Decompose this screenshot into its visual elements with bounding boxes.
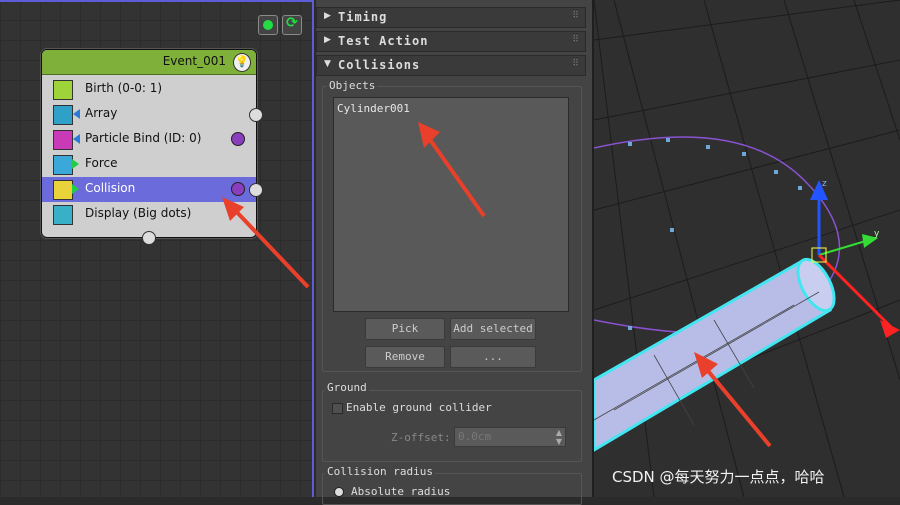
grip-icon: ⠿: [572, 35, 579, 45]
collapse-arrow-icon: ▼: [324, 59, 331, 69]
enable-ground-label: Enable ground collider: [346, 401, 492, 414]
operator-birth[interactable]: Birth (0-0: 1): [42, 77, 256, 102]
rollout-title: Collisions: [338, 58, 421, 72]
watermark: CSDN @每天努力一点点，哈哈: [612, 468, 825, 486]
particle-bind-icon: [53, 130, 73, 150]
rollout-timing[interactable]: ▶ Timing ⠿: [316, 7, 586, 28]
absolute-radius-radio[interactable]: [334, 487, 344, 497]
refresh-button[interactable]: ⟳: [282, 15, 302, 35]
arrow-right-icon: [72, 159, 79, 169]
operator-label: Particle Bind (ID: 0): [85, 131, 202, 145]
green-dot-button[interactable]: [258, 15, 278, 35]
operator-array[interactable]: Array: [42, 102, 256, 127]
svg-text:z: z: [822, 179, 827, 189]
red-arrow-annotation: [222, 197, 310, 289]
absolute-radius-label: Absolute radius: [351, 485, 451, 498]
display-icon: [53, 205, 73, 225]
expand-arrow-icon: ▶: [324, 35, 331, 45]
event-title: Event_001: [162, 54, 226, 68]
z-offset-label: Z-offset:: [391, 431, 451, 444]
remove-button[interactable]: Remove: [365, 346, 445, 368]
refresh-icon: ⟳: [286, 15, 298, 31]
objects-label: Objects: [327, 79, 378, 92]
z-offset-value: 0.0cm: [458, 430, 492, 443]
objects-list-item[interactable]: Cylinder001: [337, 102, 410, 115]
cylinder-object: [594, 257, 836, 452]
enable-ground-checkbox[interactable]: [332, 403, 343, 414]
output-port[interactable]: [231, 182, 245, 196]
svg-text:y: y: [874, 229, 880, 239]
3d-viewport[interactable]: z y: [594, 0, 900, 497]
lightbulb-icon[interactable]: 💡: [233, 53, 251, 72]
force-icon: [53, 155, 73, 175]
arrow-left-icon: [73, 134, 80, 144]
array-output-port[interactable]: [249, 108, 263, 122]
z-offset-spinner[interactable]: 0.0cm ▲ ▼: [454, 427, 566, 447]
viewport-scene: z y: [594, 0, 900, 497]
expand-arrow-icon: ▶: [324, 11, 331, 21]
grip-icon: ⠿: [572, 59, 579, 69]
graph-top-border: [0, 0, 314, 2]
rollout-collisions[interactable]: ▼ Collisions ⠿: [316, 55, 586, 76]
operator-particle-bind[interactable]: Particle Bind (ID: 0): [42, 127, 256, 152]
operator-label: Array: [85, 106, 118, 120]
operator-label: Birth (0-0: 1): [85, 81, 163, 95]
particle-flow-graph[interactable]: ⟳ Event_001 💡 Birth (0-0: 1) Array Parti…: [0, 0, 314, 497]
grip-icon: ⠿: [572, 11, 579, 21]
operator-label: Force: [85, 156, 118, 170]
event-input-port[interactable]: [142, 231, 156, 245]
birth-icon: [53, 80, 73, 100]
rollout-title: Test Action: [338, 34, 429, 48]
ground-label: Ground: [325, 381, 369, 394]
operator-force[interactable]: Force: [42, 152, 256, 177]
output-port[interactable]: [231, 132, 245, 146]
operator-label: Display (Big dots): [85, 206, 192, 220]
array-icon: [53, 105, 73, 125]
green-dot-icon: [263, 20, 273, 30]
pick-button[interactable]: Pick: [365, 318, 445, 340]
collision-radius-label: Collision radius: [325, 465, 435, 478]
rollout-test-action[interactable]: ▶ Test Action ⠿: [316, 31, 586, 52]
operator-label: Collision: [85, 181, 136, 195]
arrow-left-icon: [73, 109, 80, 119]
more-button[interactable]: ...: [450, 346, 536, 368]
spinner-arrows-icon: ▲ ▼: [555, 428, 562, 446]
collision-icon: [53, 180, 73, 200]
rollout-title: Timing: [338, 10, 388, 24]
add-selected-button[interactable]: Add selected: [450, 318, 536, 340]
red-arrow-annotation: [418, 122, 486, 218]
event-header[interactable]: Event_001 💡: [42, 50, 256, 75]
arrow-right-icon: [72, 184, 79, 194]
graph-right-border: [312, 0, 314, 497]
